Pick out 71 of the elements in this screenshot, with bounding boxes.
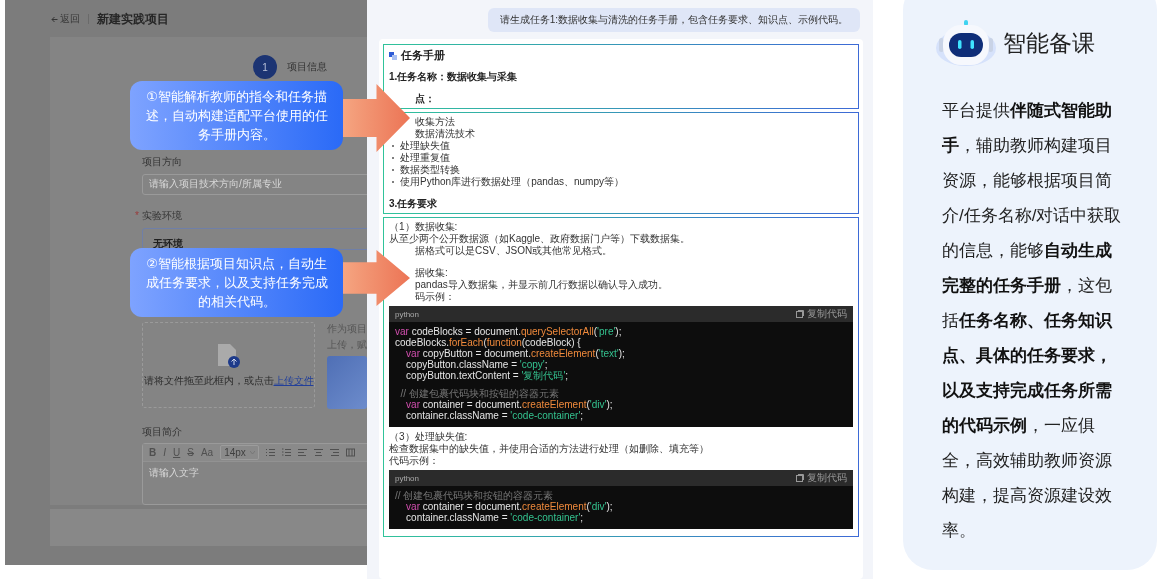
robot-icon <box>933 18 999 68</box>
step-number: 1 <box>253 55 277 79</box>
field-label: 实验环境 <box>141 209 182 223</box>
code-language: python <box>395 473 420 483</box>
manual-text: 代码示例： <box>389 455 440 467</box>
align-right-icon[interactable] <box>329 448 339 457</box>
upload-link[interactable]: 上传文件 <box>273 374 314 386</box>
font-size-select[interactable]: 14px <box>220 445 259 460</box>
code-line: copyButton.className = 'copy'; <box>405 359 548 370</box>
field-label: 项目方向 <box>142 154 183 169</box>
copy-code-button[interactable]: 复制代码 <box>796 307 847 321</box>
block-arrow <box>343 84 410 152</box>
manual-heading: 点： <box>414 93 436 105</box>
table-icon[interactable] <box>345 448 355 457</box>
step-label[interactable]: 项目信息 <box>287 60 327 74</box>
manual-heading: 3.任务要求 <box>389 198 439 210</box>
manual-text: （1）数据收集: <box>389 221 459 233</box>
copy-icon <box>796 474 804 482</box>
align-center-icon[interactable] <box>313 448 323 457</box>
manual-text: 码示例： <box>414 291 456 303</box>
manual-text: 检查数据集中的缺失值，并使用合适的方法进行处理（如删除、填充等） <box>389 443 710 455</box>
back-arrow-icon <box>51 15 58 23</box>
bullet-text: 处理缺失值 <box>400 140 450 152</box>
back-link[interactable]: 返回 <box>51 12 80 26</box>
feature-title: 智能备课 <box>1003 28 1095 58</box>
bullet-text: 处理重复值 <box>400 152 450 164</box>
manual-text: 据收集: <box>414 267 449 279</box>
copy-icon <box>796 310 804 318</box>
feature-description: 平台提供伴随式智能助手，辅助教师构建项目资源，能够根据项目简介/任务名称/对话中获取的信息，能够自动生成完整的任务手册，这包括任务名称、任务知识点、具体的任务要求，以及支持完成任务所需的代码示例，一应俱全，高效辅助教师资源构建，提高资源建设效率。 <box>942 100 1122 542</box>
bullet-text: 数据类型转换 <box>400 164 460 176</box>
code-line: var container = document.createElement('div'); <box>405 399 614 410</box>
code-line: var container = document.createElement('div'); <box>405 501 614 512</box>
cover-image-placeholder <box>327 356 367 409</box>
code-line: var copyButton = document.createElement('text'); <box>405 348 626 359</box>
format-button[interactable]: S <box>187 447 194 458</box>
code-line: // 创建包裹代码块和按钮的容器元素 <box>395 490 555 501</box>
upload-prompt: 请将文件拖至此框内，或点击上传文件 <box>143 373 314 388</box>
upload-dropzone[interactable]: 请将文件拖至此框内，或点击上传文件 <box>142 322 315 408</box>
code-line: copyButton.textContent = '复制代码'; <box>405 370 570 381</box>
code-line: var codeBlocks = document.querySelectorAll('pre'); <box>395 326 623 337</box>
manual-text: 数据清洗技术 <box>414 128 476 140</box>
file-upload-icon <box>216 342 241 369</box>
manual-title: 任务手册 <box>401 48 445 63</box>
callout-bubble: ①智能解析教师的指令和任务描述，自动构建适配平台使用的任务手册内容。 <box>130 81 343 150</box>
code-language: python <box>395 309 420 319</box>
copy-code-button[interactable]: 复制代码 <box>796 471 847 485</box>
code-line: container.className = 'code-container'; <box>405 410 585 421</box>
manual-icon <box>389 51 397 60</box>
manual-heading: 1.任务名称：数据收集与采集 <box>389 71 519 83</box>
bulleted-list-icon[interactable] <box>265 448 275 457</box>
callout-bubble: ②智能根据项目知识点，自动生成任务要求，以及支持任务完成的相关代码。 <box>130 248 343 317</box>
format-button[interactable]: Aa <box>200 447 214 458</box>
manual-text: （3）处理缺失值: <box>389 431 469 443</box>
manual-text: 收集方法 <box>414 116 456 128</box>
page-title: 新建实践项目 <box>97 10 169 28</box>
manual-text: 从至少两个公开数据源（如Kaggle、政府数据门户等）下载数据集。 <box>389 233 692 245</box>
block-arrow <box>343 250 410 306</box>
field-label: 项目简介 <box>142 425 183 439</box>
format-button[interactable]: B <box>149 447 157 458</box>
direction-input-field[interactable]: 请输入项目技术方向/所属专业 <box>142 173 367 195</box>
numbered-list-icon[interactable] <box>281 448 291 457</box>
intro-placeholder: 请输入文字 <box>148 466 200 480</box>
bullet-text: 使用Python库进行数据处理（pandas、numpy等） <box>400 176 624 188</box>
prompt-bubble: 请生成任务1:数据收集与清洗的任务手册，包含任务要求、知识点、示例代码。 <box>487 8 860 32</box>
code-line: // 创建包裹代码块和按钮的容器元素 <box>399 388 560 399</box>
manual-text: pandas导入数据集，并显示前几行数据以确认导入成功。 <box>414 279 669 291</box>
required-mark: * <box>135 210 139 221</box>
align-left-icon[interactable] <box>297 448 307 457</box>
code-line: container.className = 'code-container'; <box>405 512 585 523</box>
code-line: codeBlocks.forEach(function(codeBlock) { <box>395 337 581 348</box>
manual-text: 据格式可以是CSV、JSON或其他常见格式。 <box>414 245 614 257</box>
